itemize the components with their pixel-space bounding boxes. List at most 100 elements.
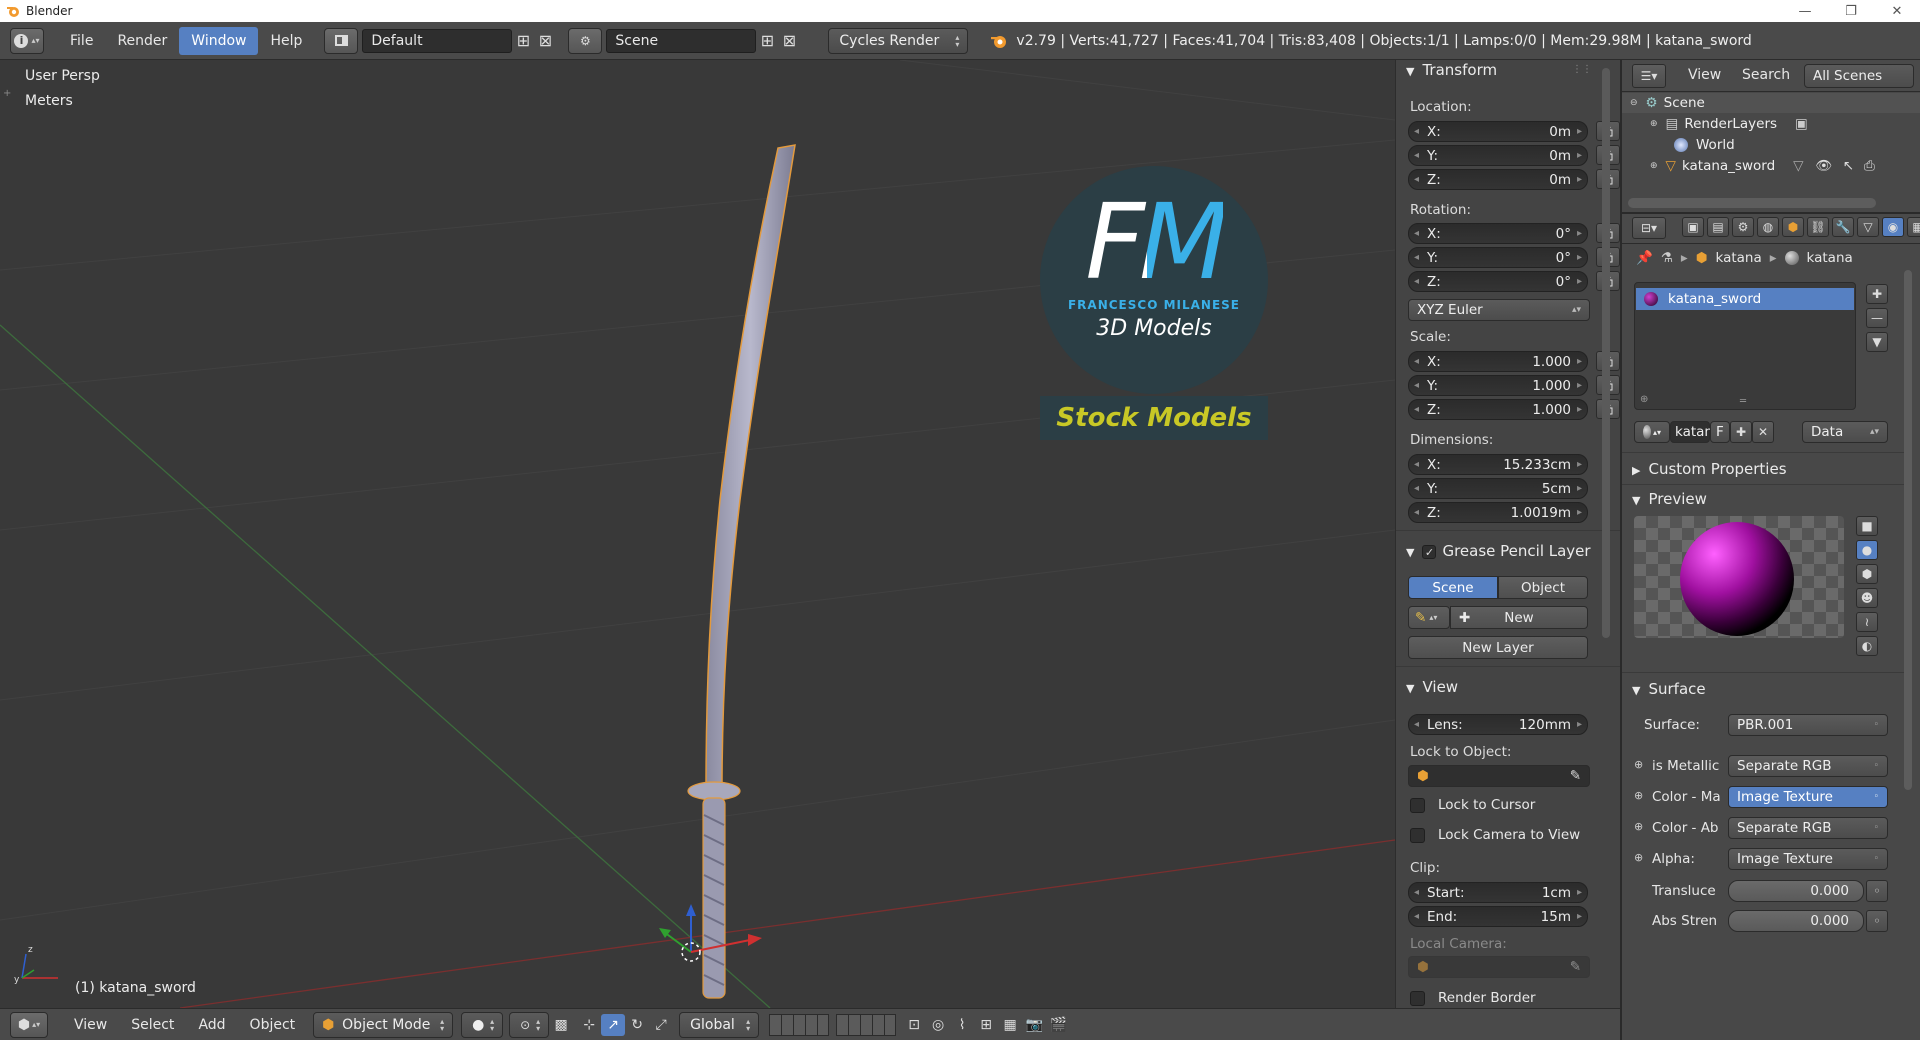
new-layer-button[interactable]: New Layer bbox=[1408, 636, 1588, 659]
occlude-geometry-icon[interactable]: ▩ bbox=[549, 1014, 573, 1036]
maximize-icon[interactable]: ❐ bbox=[1828, 4, 1874, 19]
lock-scene-layers-icon[interactable]: ⊡ bbox=[902, 1014, 926, 1036]
tab-object-icon[interactable]: ⬢ bbox=[1782, 217, 1804, 237]
unlink-material-icon[interactable]: ✕ bbox=[1752, 421, 1774, 443]
rotation-mode-dropdown[interactable]: XYZ Euler ▴▾ bbox=[1408, 299, 1590, 321]
clip-start-field[interactable]: Start:1cm bbox=[1408, 882, 1588, 903]
layer-grid-left[interactable] bbox=[769, 1013, 830, 1036]
outliner-menu-view[interactable]: View bbox=[1688, 67, 1721, 83]
translate-manipulator-icon[interactable]: ↗ bbox=[601, 1013, 626, 1036]
outliner-item-world[interactable]: World bbox=[1674, 137, 1735, 153]
input-link-color-ma[interactable]: Image Texture ◦ bbox=[1728, 786, 1888, 808]
lock-to-cursor-checkbox[interactable] bbox=[1410, 798, 1425, 813]
outliner-menu-search[interactable]: Search bbox=[1742, 67, 1790, 83]
expand-input-icon[interactable]: ⊕ bbox=[1634, 758, 1643, 771]
editor-type-3dview-button[interactable]: ⬢ ▴▾ bbox=[10, 1011, 48, 1038]
list-filter-icon[interactable]: ⊕ bbox=[1640, 394, 1648, 405]
expand-input-icon[interactable]: ⊕ bbox=[1634, 789, 1643, 802]
render-engine-dropdown[interactable]: Cycles Render bbox=[828, 27, 969, 54]
interaction-mode-dropdown[interactable]: ⬢ Object Mode bbox=[313, 1011, 454, 1038]
outliner-h-scrollbar[interactable] bbox=[1628, 198, 1876, 208]
opengl-animation-icon[interactable]: 🎬 bbox=[1046, 1014, 1070, 1036]
screen-layout-button[interactable] bbox=[324, 27, 359, 54]
render-layer-toggle-icon[interactable]: ▣ bbox=[1795, 116, 1808, 132]
clip-end-field[interactable]: End:15m bbox=[1408, 906, 1588, 927]
eye-icon[interactable]: 👁 bbox=[1816, 158, 1833, 174]
outliner-editor-type-icon[interactable]: ☰▾ bbox=[1632, 64, 1666, 88]
remove-layout-icon[interactable]: ⊠ bbox=[534, 30, 556, 52]
preview-cube-icon[interactable]: ⬢ bbox=[1856, 564, 1878, 584]
material-browse-icon[interactable]: ▴▾ bbox=[1634, 421, 1670, 443]
rotate-manipulator-icon[interactable]: ↻ bbox=[625, 1014, 649, 1036]
layout-name-field[interactable]: Default bbox=[362, 28, 513, 53]
translucent-link-icon[interactable]: ◦ bbox=[1866, 880, 1888, 902]
expand-input-icon[interactable]: ⊕ bbox=[1634, 851, 1643, 864]
cursor-select-icon[interactable]: ↖ bbox=[1843, 158, 1854, 174]
shelf-scrollbar[interactable] bbox=[1602, 68, 1610, 638]
transform-panel-header[interactable]: Transform bbox=[1406, 61, 1497, 79]
add-layout-icon[interactable]: ⊞ bbox=[512, 30, 534, 52]
menu-file[interactable]: File bbox=[58, 27, 105, 55]
remove-material-slot-icon[interactable]: — bbox=[1866, 308, 1888, 328]
tab-world-icon[interactable]: ◍ bbox=[1757, 217, 1779, 237]
input-link-alpha[interactable]: Image Texture ◦ bbox=[1728, 848, 1888, 870]
gp-data-selector[interactable]: ✎ ▴▾ bbox=[1408, 606, 1450, 629]
proportional-edit-icon[interactable]: ◎ bbox=[926, 1014, 950, 1036]
menu-window[interactable]: Window bbox=[179, 26, 259, 55]
toolshelf-toggle-icon[interactable]: + bbox=[3, 88, 11, 99]
location-z-field[interactable]: Z:0m bbox=[1408, 169, 1588, 190]
scale-y-field[interactable]: Y:1.000 bbox=[1408, 375, 1588, 396]
lens-field[interactable]: Lens:120mm bbox=[1408, 714, 1588, 735]
viewport-shading-dropdown[interactable]: ● bbox=[461, 1011, 504, 1038]
properties-scrollbar[interactable] bbox=[1904, 270, 1912, 790]
material-link-dropdown[interactable]: Data ▴▾ bbox=[1802, 421, 1888, 443]
tab-gp-scene[interactable]: Scene bbox=[1408, 576, 1498, 599]
add-scene-icon[interactable]: ⊞ bbox=[756, 30, 778, 52]
scale-z-field[interactable]: Z:1.000 bbox=[1408, 399, 1588, 420]
opengl-render-icon[interactable]: 📷 bbox=[1022, 1014, 1046, 1036]
snap-toggle-icon[interactable]: ⌇ bbox=[950, 1014, 974, 1036]
dimensions-z-field[interactable]: Z:1.0019m bbox=[1408, 502, 1588, 523]
new-material-icon[interactable]: ✚ bbox=[1730, 421, 1752, 443]
location-x-field[interactable]: X:0m bbox=[1408, 121, 1588, 142]
scene-name-field[interactable]: Scene bbox=[606, 28, 757, 53]
preview-panel-header[interactable]: Preview bbox=[1632, 490, 1706, 508]
outliner-item-scene[interactable]: ⊖ ⚙ Scene bbox=[1630, 95, 1705, 111]
remove-scene-icon[interactable]: ⊠ bbox=[778, 30, 800, 52]
abs-strength-link-icon[interactable]: ◦ bbox=[1866, 910, 1888, 932]
scale-manipulator-icon[interactable]: ⤢ bbox=[649, 1014, 673, 1036]
rotation-x-field[interactable]: X:0° bbox=[1408, 223, 1588, 244]
preview-sphere-icon[interactable]: ● bbox=[1856, 540, 1878, 560]
dimensions-x-field[interactable]: X:15.233cm bbox=[1408, 454, 1588, 475]
katana-sword-object[interactable] bbox=[640, 80, 820, 1008]
lock-object-field[interactable]: ⬢ ✎ bbox=[1408, 765, 1590, 787]
dimensions-y-field[interactable]: Y:5cm bbox=[1408, 478, 1588, 499]
input-link-metallic[interactable]: Separate RGB ◦ bbox=[1728, 755, 1888, 777]
scene-selector-button[interactable]: ⚙ bbox=[568, 27, 603, 54]
material-specials-icon[interactable]: ▼ bbox=[1866, 332, 1888, 352]
transform-orientation-dropdown[interactable]: Global bbox=[679, 1011, 760, 1038]
material-name-field[interactable]: katan bbox=[1670, 421, 1713, 443]
surface-panel-header[interactable]: Surface bbox=[1632, 680, 1705, 698]
menu-object[interactable]: Object bbox=[238, 1011, 308, 1039]
pin-icon[interactable]: 📌 bbox=[1636, 250, 1653, 266]
preview-monkey-icon[interactable]: ☻ bbox=[1856, 588, 1878, 608]
preview-hair-icon[interactable]: ≀ bbox=[1856, 612, 1878, 632]
list-resize-grip-icon[interactable]: ═ bbox=[1740, 396, 1746, 407]
add-material-slot-icon[interactable]: ✚ bbox=[1866, 284, 1888, 304]
tab-data-icon[interactable]: ▽ bbox=[1857, 217, 1879, 237]
abs-strength-slider[interactable]: 0.000 bbox=[1728, 910, 1864, 932]
menu-add[interactable]: Add bbox=[186, 1011, 237, 1039]
tab-gp-object[interactable]: Object bbox=[1498, 576, 1588, 599]
close-icon[interactable]: ✕ bbox=[1874, 4, 1920, 19]
minimize-icon[interactable]: — bbox=[1782, 4, 1828, 19]
properties-editor-type-icon[interactable]: ⊟▾ bbox=[1632, 217, 1666, 239]
gp-new-button[interactable]: ✚ New bbox=[1450, 606, 1588, 629]
layer-grid-right[interactable] bbox=[836, 1013, 897, 1036]
tab-render-icon[interactable]: ▣ bbox=[1682, 217, 1704, 237]
snap-element-icon[interactable]: ⊞ bbox=[974, 1014, 998, 1036]
tab-constraints-icon[interactable]: ⛓ bbox=[1807, 217, 1829, 237]
surface-shader-dropdown[interactable]: PBR.001 ◦ bbox=[1728, 714, 1888, 736]
tab-texture-icon[interactable]: ▦ bbox=[1907, 217, 1920, 237]
panel-grip-icon[interactable]: ⋮⋮ bbox=[1572, 64, 1592, 75]
